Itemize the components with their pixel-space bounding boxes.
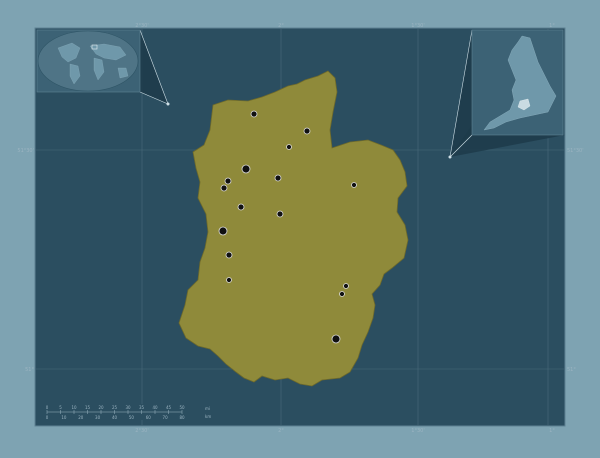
lat-label-right-1: 51°30'	[567, 148, 584, 154]
scale-mi-label: 25	[112, 405, 118, 410]
lon-label-top-1: 2°30'	[135, 23, 148, 29]
scale-mi-label: 20	[98, 405, 104, 410]
city-marker	[225, 251, 233, 259]
city-marker	[224, 177, 232, 185]
scale-km-label: 0	[46, 415, 49, 420]
scale-mi-label: 0	[46, 405, 49, 410]
scale-mi-label: 50	[179, 405, 185, 410]
scale-mi-label: 5	[59, 405, 62, 410]
scale-mi-label: 35	[139, 405, 145, 410]
city-marker	[351, 182, 357, 188]
lat-label-right-2: 51°	[567, 367, 576, 373]
wiltshire-map: 2°30' 2° 1°30' 1° 2°30' 2° 1°30' 1° 51°3…	[17, 23, 584, 434]
lon-label-bottom-2: 2°	[278, 428, 284, 434]
lon-label-top-2: 2°	[278, 23, 284, 29]
scale-mi-unit: mi	[205, 406, 210, 411]
lon-label-top-4: 1°	[549, 23, 555, 29]
scale-km-label: 70	[163, 415, 169, 420]
lon-label-bottom-1: 2°30'	[135, 428, 148, 434]
lon-label-bottom-4: 1°	[549, 428, 555, 434]
lat-label-left-1: 51°30'	[17, 148, 34, 154]
scale-bar: 0 5 10 15 20 25 30 35 40 45 50 mi 0 10 2…	[37, 404, 211, 420]
scale-mi-label: 40	[152, 405, 158, 410]
city-marker	[218, 226, 228, 236]
city-marker	[274, 174, 282, 182]
city-marker	[220, 184, 228, 192]
scale-km-label: 80	[179, 415, 185, 420]
scale-km-label: 30	[95, 415, 101, 420]
city-marker	[286, 144, 292, 150]
scale-km-label: 50	[129, 415, 135, 420]
city-marker	[343, 283, 349, 289]
scale-km-label: 40	[112, 415, 118, 420]
city-marker	[250, 110, 258, 118]
city-marker	[226, 277, 232, 283]
globe-icon	[37, 30, 139, 92]
scale-km-unit: km	[205, 414, 211, 419]
city-marker	[303, 127, 311, 135]
city-marker	[237, 203, 245, 211]
city-marker	[276, 210, 284, 218]
scale-mi-label: 45	[166, 405, 172, 410]
city-marker	[331, 334, 341, 344]
scale-km-label: 60	[146, 415, 152, 420]
scale-mi-label: 15	[85, 405, 91, 410]
city-marker	[339, 291, 345, 297]
scale-km-label: 10	[61, 415, 67, 420]
lat-label-left-2: 51°	[25, 367, 34, 373]
lon-label-bottom-3: 1°30'	[411, 428, 424, 434]
lon-label-top-3: 1°30'	[411, 23, 424, 29]
city-marker	[241, 164, 251, 174]
scale-mi-label: 10	[71, 405, 77, 410]
scale-km-label: 20	[78, 415, 84, 420]
scale-mi-label: 30	[125, 405, 131, 410]
